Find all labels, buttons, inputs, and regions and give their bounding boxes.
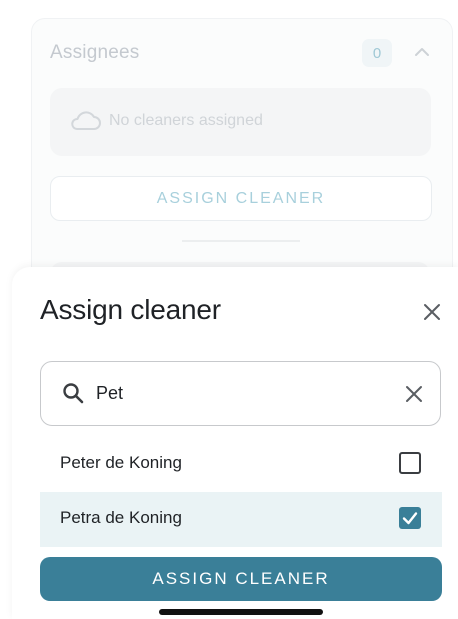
divider <box>182 240 300 242</box>
option-label: Peter de Koning <box>60 453 182 472</box>
assignees-title: Assignees <box>50 42 140 63</box>
clear-icon[interactable] <box>405 385 423 403</box>
search-icon <box>63 383 84 404</box>
checkbox-unchecked[interactable] <box>399 452 421 474</box>
assignees-count-badge: 0 <box>362 39 392 67</box>
assign-cleaner-button[interactable]: ASSIGN CLEANER <box>40 557 442 601</box>
option-label: Petra de Koning <box>60 508 182 527</box>
checkbox-checked[interactable] <box>399 507 421 529</box>
home-indicator <box>159 609 323 615</box>
list-item-petra-de-koning[interactable]: Petra de Koning <box>40 492 442 547</box>
search-input[interactable] <box>96 380 386 406</box>
close-icon[interactable] <box>422 302 442 322</box>
check-icon <box>402 512 418 525</box>
chevron-up-icon[interactable] <box>413 44 431 60</box>
list-item-peter-de-koning[interactable]: Peter de Koning <box>40 437 442 492</box>
cloud-icon <box>71 111 101 130</box>
empty-assignees-text: No cleaners assigned <box>109 112 263 129</box>
sheet-title: Assign cleaner <box>40 294 221 325</box>
assign-cleaner-outline-button[interactable]: ASSIGN CLEANER <box>50 176 432 221</box>
